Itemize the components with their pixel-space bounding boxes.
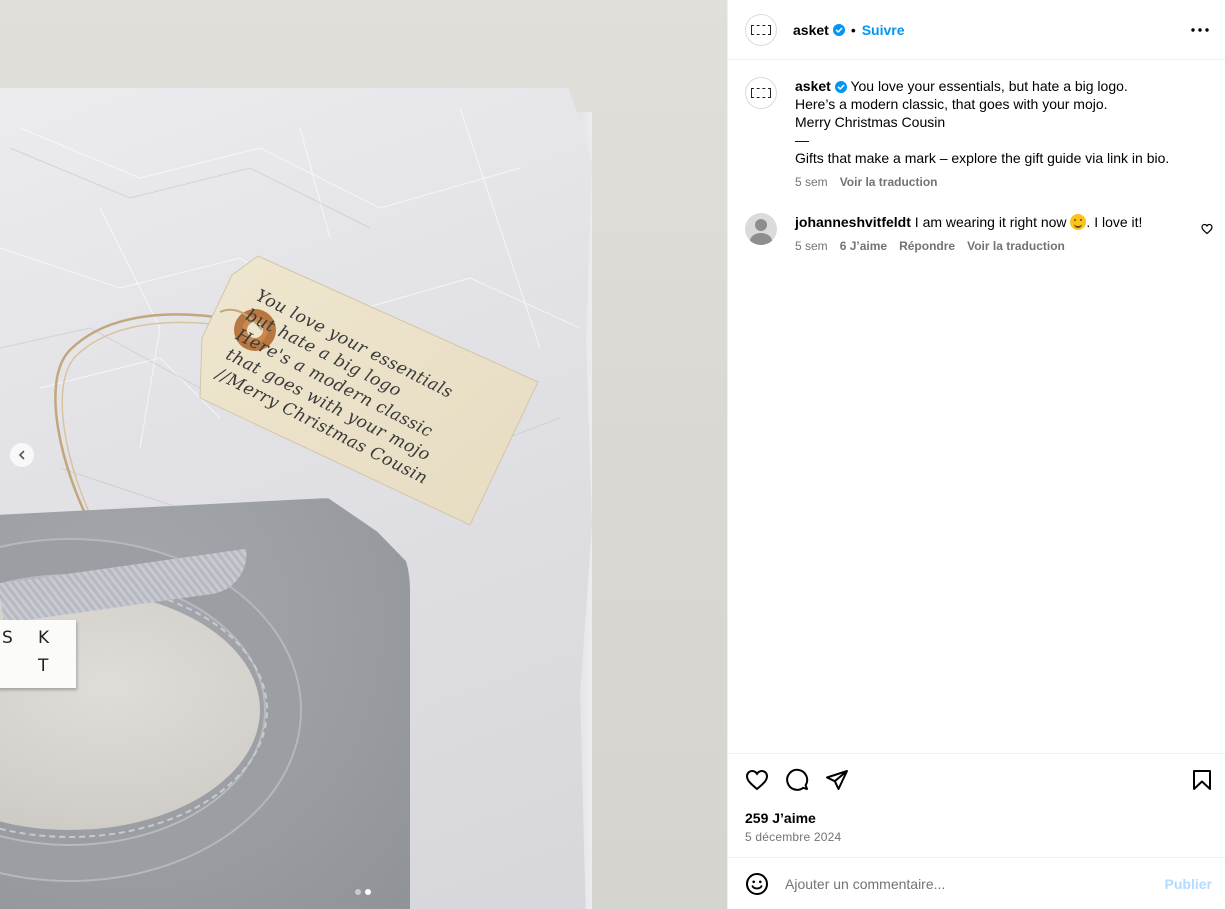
brand-logo-icon	[751, 24, 771, 35]
see-translation-link[interactable]: Voir la traduction	[840, 173, 938, 191]
caption-text: Here’s a modern classic, that goes with …	[795, 96, 1108, 112]
carousel-indicator	[355, 889, 371, 895]
comment-text: I am wearing it right now	[914, 214, 1067, 230]
carousel-dot-active	[365, 889, 371, 895]
heart-icon	[745, 769, 769, 791]
comment-composer: Publier	[728, 857, 1225, 909]
caption: asket You love your essentials, but hate…	[745, 77, 1169, 191]
follow-button[interactable]: Suivre	[862, 22, 905, 38]
comment-input[interactable]	[785, 875, 1145, 892]
comment-meta: 5 sem 6 J’aime Répondre Voir la traducti…	[795, 237, 1142, 255]
smiley-icon	[746, 872, 768, 895]
avatar-body	[750, 233, 772, 245]
caption-text: —	[795, 132, 809, 148]
caption-text: Merry Christmas Cousin	[795, 114, 946, 130]
header-separator: •	[850, 21, 856, 38]
see-translation-link[interactable]: Voir la traduction	[967, 237, 1065, 255]
bookmark-icon	[1193, 770, 1211, 790]
caption-time[interactable]: 5 sem	[795, 173, 828, 191]
caption-username[interactable]: asket	[795, 78, 831, 94]
comment-icon	[786, 768, 809, 791]
smiling-face-emoji-icon	[1070, 214, 1087, 230]
more-options-button[interactable]	[1188, 20, 1212, 40]
carousel-prev-button[interactable]	[10, 443, 34, 467]
comment-body: johanneshvitfeldt I am wearing it right …	[795, 213, 1142, 255]
verified-badge-icon	[832, 23, 845, 36]
emoji-picker-button[interactable]	[745, 872, 769, 896]
caption-first-line: asket You love your essentials, but hate…	[795, 77, 1169, 95]
comment-line: johanneshvitfeldt I am wearing it right …	[795, 213, 1142, 231]
chevron-left-icon	[18, 450, 25, 460]
avatar[interactable]	[745, 77, 777, 109]
publish-button[interactable]: Publier	[1165, 876, 1212, 892]
comment-likes[interactable]: 6 J’aime	[840, 237, 887, 255]
like-button[interactable]	[745, 768, 771, 794]
caption-text: Gifts that make a mark – explore the gif…	[795, 150, 1170, 166]
header-username[interactable]: asket	[793, 22, 829, 38]
comment-text: . I love it!	[1086, 214, 1143, 230]
post-header: asket • Suivre	[728, 0, 1225, 60]
paper-plane-icon	[826, 770, 848, 790]
post-image[interactable]: You love your essentials but hate a big …	[0, 0, 727, 909]
comment-button[interactable]	[785, 768, 811, 794]
label-letter: S	[2, 628, 13, 648]
caption-meta: 5 sem Voir la traduction	[795, 173, 1169, 191]
comment-username[interactable]: johanneshvitfeldt	[795, 214, 911, 230]
save-button[interactable]	[1190, 768, 1216, 794]
comment-time[interactable]: 5 sem	[795, 237, 828, 255]
label-letter: K	[38, 628, 50, 648]
share-button[interactable]	[825, 768, 851, 794]
more-options-icon	[1191, 28, 1209, 32]
caption-text: You love your essentials, but hate a big…	[850, 78, 1128, 94]
carousel-dot	[355, 889, 361, 895]
garment-label: S K T	[0, 620, 76, 688]
verified-badge-icon	[834, 81, 847, 93]
heart-icon	[1201, 223, 1213, 235]
label-letter: T	[38, 656, 49, 676]
avatar[interactable]	[745, 13, 777, 46]
caption-body: asket You love your essentials, but hate…	[795, 77, 1169, 191]
post-details-panel: asket • Suivre asket You love your essen…	[727, 0, 1225, 909]
brand-logo-icon	[751, 88, 771, 98]
avatar[interactable]	[745, 213, 777, 245]
post-actions: 259 J’aime 5 décembre 2024	[728, 753, 1225, 857]
reply-link[interactable]: Répondre	[899, 237, 955, 255]
comment: johanneshvitfeldt I am wearing it right …	[745, 213, 1142, 255]
like-comment-button[interactable]	[1201, 222, 1213, 240]
avatar-head	[755, 219, 767, 231]
post-date[interactable]: 5 décembre 2024	[745, 830, 841, 844]
likes-count[interactable]: 259 J’aime	[745, 810, 816, 826]
